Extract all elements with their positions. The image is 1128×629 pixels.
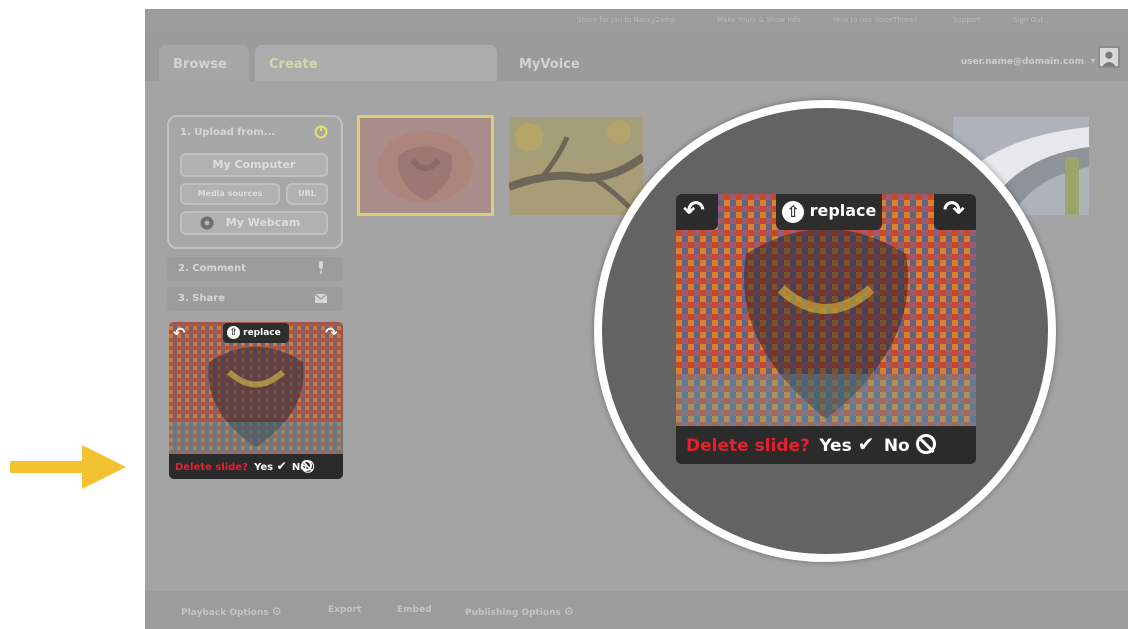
main-tabbar: Browse Create MyVoice user.name@domain.c… <box>145 31 1128 81</box>
slide-thumbnail-heart-selected[interactable] <box>357 115 494 216</box>
publishing-options-label: Publishing Options <box>465 608 561 618</box>
yes-button[interactable]: Yes ✔ <box>254 459 287 473</box>
yes-button-zoomed[interactable]: Yes ✔ <box>819 432 874 456</box>
url-button[interactable]: URL <box>286 183 328 205</box>
gear-icon: ⚙ <box>564 605 574 618</box>
screenshot-stage: Share for Jan to Nancy2amp Make Yours & … <box>0 0 1128 629</box>
rotate-left-icon[interactable]: ↶ <box>173 324 186 342</box>
media-sources-button[interactable]: Media sources <box>180 183 280 205</box>
rotate-right-button[interactable]: ↷ <box>934 194 976 230</box>
export-button[interactable]: Export <box>328 605 361 615</box>
mosaic-image <box>360 118 491 213</box>
upload-step-panel: 1. Upload from... My Computer Media sour… <box>167 115 343 249</box>
yes-label: Yes <box>254 462 274 473</box>
tab-create[interactable]: Create <box>255 45 497 81</box>
chevron-down-icon[interactable]: ▾ <box>1091 56 1095 65</box>
delete-slide-prompt-zoomed: Delete slide? <box>686 436 810 456</box>
no-button[interactable]: No ⃠ <box>292 460 312 473</box>
comment-step-title: 2. Comment <box>178 263 246 274</box>
playback-options-button[interactable]: Playback Options ⚙ <box>181 605 282 618</box>
no-sign-icon <box>915 434 936 454</box>
my-webcam-button[interactable]: My Webcam <box>180 211 328 235</box>
share-step-title: 3. Share <box>178 293 226 304</box>
delete-confirm-bar-zoomed: Delete slide? Yes ✔ No <box>676 426 976 464</box>
tab-myvoice[interactable]: MyVoice <box>503 45 743 81</box>
replace-button-zoomed[interactable]: ⇧ replace <box>776 194 882 230</box>
tab-browse[interactable]: Browse <box>159 45 249 81</box>
user-email[interactable]: user.name@domain.com <box>961 57 1084 67</box>
top-links-bar: Share for Jan to Nancy2amp Make Yours & … <box>145 9 1128 31</box>
top-link-signout[interactable]: Sign Out <box>1013 16 1043 24</box>
user-avatar-icon[interactable] <box>1098 46 1120 68</box>
upload-step-title: 1. Upload from... <box>180 127 276 138</box>
tree-image <box>509 117 643 215</box>
replace-label-zoomed: replace <box>809 201 877 220</box>
publishing-options-button[interactable]: Publishing Options ⚙ <box>465 605 574 618</box>
replace-button[interactable]: ⇧ replace <box>223 323 289 343</box>
upload-status-icon <box>314 125 328 139</box>
rotate-left-button[interactable]: ↶ <box>676 194 718 230</box>
top-link-make[interactable]: Make Yours & Show Info <box>717 16 801 24</box>
checkmark-icon: ✔ <box>276 459 287 473</box>
delete-slide-prompt: Delete slide? <box>175 462 248 473</box>
bottom-toolbar: Playback Options ⚙ Export Embed Publishi… <box>145 591 1128 629</box>
rotate-right-icon: ↷ <box>943 196 965 226</box>
top-link-howto[interactable]: How to use VoiceThread <box>833 16 917 24</box>
top-link-share[interactable]: Share for Jan to Nancy2amp <box>577 16 676 24</box>
microphone-icon <box>319 261 323 274</box>
checkmark-icon: ✔ <box>857 432 875 456</box>
top-link-support[interactable]: Support <box>953 16 981 24</box>
playback-options-label: Playback Options <box>181 608 269 618</box>
my-webcam-label: My Webcam <box>225 216 301 229</box>
upload-arrow-icon: ⇧ <box>227 326 240 339</box>
delete-confirm-bar: Delete slide? Yes ✔ No ⃠ <box>169 454 343 479</box>
no-button-zoomed[interactable]: No <box>883 434 936 456</box>
envelope-icon <box>315 294 327 303</box>
gear-icon: ⚙ <box>271 605 282 618</box>
upload-arrow-icon: ⇧ <box>782 200 804 223</box>
webcam-icon <box>200 216 214 230</box>
no-label-zoomed: No <box>883 436 910 456</box>
embed-button[interactable]: Embed <box>397 605 432 615</box>
share-step-bar[interactable]: 3. Share <box>167 287 343 311</box>
rotate-left-icon: ↶ <box>683 196 705 226</box>
comment-step-bar[interactable]: 2. Comment <box>167 257 343 281</box>
yes-label-zoomed: Yes <box>819 436 852 456</box>
callout-arrow <box>10 445 126 489</box>
zoom-magnifier-circle: ↶ ⇧ replace ↷ Delete slide? Yes ✔ No <box>594 100 1056 562</box>
replace-label: replace <box>243 328 281 338</box>
slide-card: ↶ ⇧ replace ↷ Delete slide? Yes ✔ No ⃠ <box>169 322 343 479</box>
rotate-right-icon[interactable]: ↷ <box>325 324 338 342</box>
slide-thumbnail-tree[interactable] <box>509 117 643 215</box>
slide-card-zoomed: ↶ ⇧ replace ↷ Delete slide? Yes ✔ No <box>676 194 976 464</box>
my-computer-button[interactable]: My Computer <box>180 153 328 177</box>
